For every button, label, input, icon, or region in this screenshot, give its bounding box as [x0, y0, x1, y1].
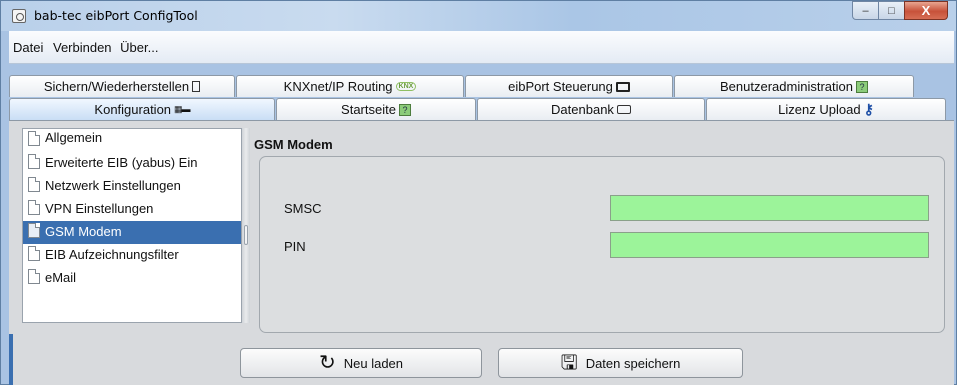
reload-button[interactable]: ↻ Neu laden [240, 348, 482, 378]
tab-label: Sichern/Wiederherstellen [43, 79, 190, 94]
menu-datei[interactable]: Datei [13, 40, 43, 55]
app-window: bab-tec eibPort ConfigTool – □ X Datei V… [0, 0, 957, 385]
smsc-input[interactable] [610, 195, 929, 221]
save-button-label: Daten speichern [585, 355, 681, 371]
reload-button-label: Neu laden [343, 355, 404, 371]
tab-sichern-wiederherstellen[interactable]: Sichern/Wiederherstellen [9, 75, 235, 97]
tree-item-label: Netzwerk Einstellungen [45, 178, 181, 193]
menu-bar: Datei Verbinden Über... [9, 31, 954, 64]
gsm-settings-group: SMSC PIN [259, 156, 945, 333]
tree-item-gsm-modem[interactable]: GSM Modem [23, 221, 241, 244]
tree-item-label: eMail [45, 270, 77, 285]
tab-label: Datenbank [551, 102, 614, 117]
file-icon [28, 131, 40, 146]
refresh-icon: ↻ [318, 352, 336, 374]
key-icon: ⚷ [863, 101, 874, 117]
app-icon [12, 9, 26, 23]
minimize-button[interactable]: – [852, 1, 879, 20]
tree-item-netzwerk[interactable]: Netzwerk Einstellungen [23, 175, 241, 198]
settings-tree: Allgemein Erweiterte EIB (yabus) Ein Net… [22, 128, 242, 323]
config-icon: ▦▬ [174, 104, 190, 114]
knx-icon: KNX [395, 82, 417, 91]
tree-item-eib-aufzeichnungsfilter[interactable]: EIB Aufzeichnungsfilter [23, 244, 241, 267]
file-icon [28, 177, 40, 192]
tab-row-2: Konfiguration ▦▬ Startseite ? Datenbank … [9, 98, 947, 120]
tab-benutzeradministration[interactable]: Benutzeradministration ? [674, 75, 914, 97]
file-icon [28, 246, 40, 261]
pin-label: PIN [284, 239, 306, 254]
tab-konfiguration[interactable]: Konfiguration ▦▬ [9, 98, 275, 120]
start-icon: ? [398, 103, 411, 116]
divider-grip[interactable] [244, 225, 248, 245]
save-button[interactable]: 🖫 Daten speichern [498, 348, 743, 378]
menu-verbinden[interactable]: Verbinden [53, 40, 112, 55]
tab-eibport-steuerung[interactable]: eibPort Steuerung [465, 75, 673, 97]
user-admin-icon: ? [855, 80, 868, 93]
tab-row-1: Sichern/Wiederherstellen KNXnet/IP Routi… [9, 75, 915, 97]
pin-input[interactable] [610, 232, 929, 258]
smsc-label: SMSC [284, 201, 322, 216]
tree-item-label: Allgemein [45, 130, 103, 145]
tab-label: eibPort Steuerung [508, 79, 613, 94]
split-divider[interactable] [242, 128, 250, 323]
tab-datenbank[interactable]: Datenbank [477, 98, 705, 120]
tree-item-vpn[interactable]: VPN Einstellungen [23, 198, 241, 221]
tree-item-email[interactable]: eMail [23, 267, 241, 290]
floppy-disk-icon: 🖫 [560, 352, 578, 374]
tree-item-erweiterte-eib[interactable]: Erweiterte EIB (yabus) Ein [23, 152, 241, 175]
gsm-panel: GSM Modem SMSC PIN [251, 128, 951, 334]
file-icon [28, 269, 40, 284]
menu-ueber[interactable]: Über... [120, 40, 158, 55]
tab-knxnet-ip-routing[interactable]: KNXnet/IP Routing KNX [236, 75, 464, 97]
tab-label: Lizenz Upload [778, 102, 861, 117]
file-icon [28, 200, 40, 215]
file-icon [28, 154, 40, 169]
tab-lizenz-upload[interactable]: Lizenz Upload ⚷ [706, 98, 946, 120]
tree-item-label: VPN Einstellungen [45, 201, 154, 216]
tab-label: Benutzeradministration [720, 79, 853, 94]
title-bar[interactable]: bab-tec eibPort ConfigTool – □ X [1, 1, 956, 31]
tree-item-allgemein[interactable]: Allgemein [23, 129, 241, 152]
database-icon [616, 105, 631, 114]
window-title: bab-tec eibPort ConfigTool [34, 8, 198, 23]
maximize-button[interactable]: □ [878, 1, 905, 20]
tab-label: Konfiguration [94, 102, 172, 117]
tree-item-label: EIB Aufzeichnungsfilter [45, 247, 179, 262]
window-controls: – □ X [852, 1, 948, 21]
document-icon [192, 81, 201, 92]
monitor-icon [615, 81, 630, 92]
button-bar: ↻ Neu laden 🖫 Daten speichern [9, 334, 954, 385]
tree-item-label: Erweiterte EIB (yabus) Ein [45, 155, 198, 170]
tab-startseite[interactable]: Startseite ? [276, 98, 476, 120]
main-panel: Allgemein Erweiterte EIB (yabus) Ein Net… [9, 120, 954, 385]
tab-label: Startseite [341, 102, 396, 117]
tree-item-label: GSM Modem [45, 224, 122, 239]
gsm-panel-title: GSM Modem [254, 137, 333, 152]
file-icon [28, 223, 40, 238]
tab-label: KNXnet/IP Routing [283, 79, 393, 94]
close-button[interactable]: X [904, 1, 948, 20]
